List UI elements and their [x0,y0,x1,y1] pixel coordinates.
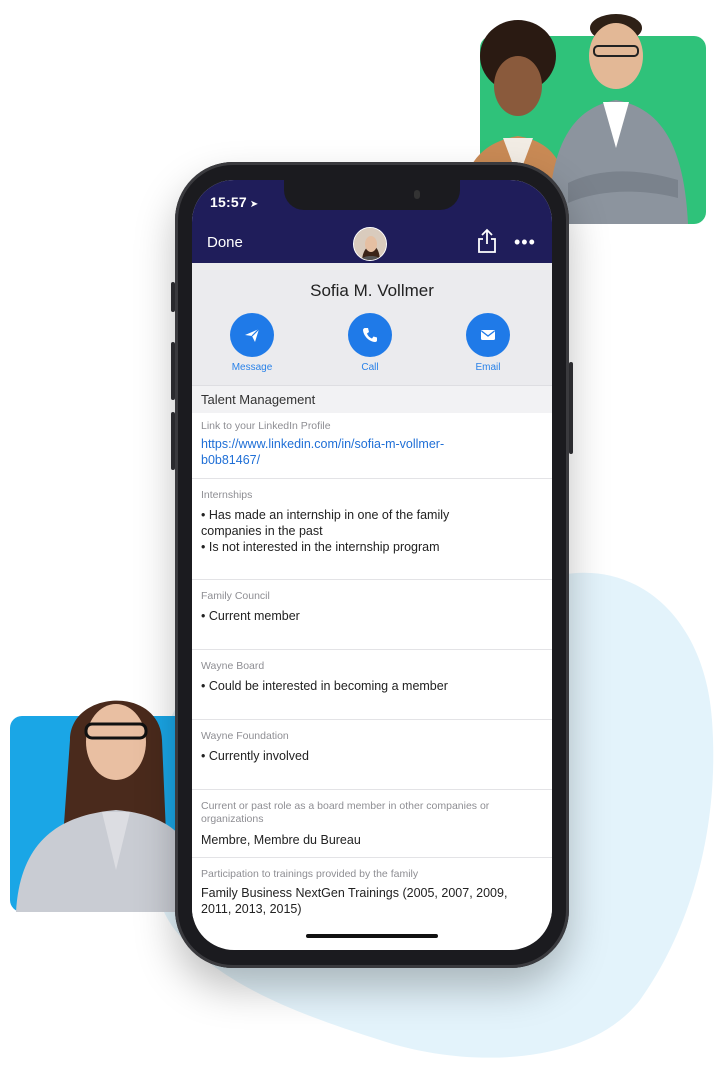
phone-icon [363,328,377,342]
done-button[interactable]: Done [207,234,243,251]
trainings-label: Participation to trainings provided by t… [201,868,419,880]
power-button [569,362,573,454]
linkedin-link-line1[interactable]: https://www.linkedin.com/in/sofia-m-voll… [201,436,541,452]
section-title: Talent Management [201,392,316,407]
wayne-board-label: Wayne Board [201,660,265,672]
internships-label: Internships [201,489,253,501]
internships-value: • Has made an internship in one of the f… [201,507,541,555]
message-label: Message [231,362,273,373]
trainings-field: Participation to trainings provided by t… [192,858,552,918]
share-icon[interactable] [476,228,498,254]
email-button[interactable] [466,313,510,357]
more-options-button[interactable]: ••• [514,232,536,253]
location-arrow-icon: ➤ [249,199,259,210]
linkedin-link-line2[interactable]: b0b81467/ [201,452,541,468]
call-button[interactable] [348,313,392,357]
board-role-field: Current or past role as a board member i… [192,790,552,858]
section-header: Talent Management [192,385,552,413]
family-council-label: Family Council [201,590,270,602]
volume-up-button [171,342,175,400]
wayne-board-field: Wayne Board • Could be interested in bec… [192,650,552,720]
wayne-foundation-value: • Currently involved [201,749,309,763]
phone-mockup: 15:57 ➤ Done ••• Sofia M. Vollmer Messag… [171,162,573,968]
home-indicator [306,934,438,938]
volume-down-button [171,412,175,470]
internships-line1: • Has made an internship in one of the f… [201,508,450,522]
call-action[interactable]: Call [330,313,410,373]
trainings-line1: Family Business NextGen Trainings (2005,… [201,886,508,900]
mute-switch [171,282,175,312]
email-action[interactable]: Email [448,313,528,373]
message-action[interactable]: Message [212,313,292,373]
avatar[interactable] [353,227,387,261]
board-role-label: Current or past role as a board member i… [201,800,489,826]
wayne-foundation-label: Wayne Foundation [201,730,289,742]
phone-notch [284,180,460,210]
contact-actions: Message Call Email [192,313,552,383]
wayne-board-value: • Could be interested in becoming a memb… [201,679,448,693]
phone-screen: 15:57 ➤ Done ••• Sofia M. Vollmer Messag… [192,180,552,950]
message-button[interactable] [230,313,274,357]
envelope-icon [481,330,495,340]
internships-field: Internships • Has made an internship in … [192,479,552,580]
internships-line3: • Is not interested in the internship pr… [201,540,440,554]
trainings-value: Family Business NextGen Trainings (2005,… [201,885,541,917]
trainings-line2: 2011, 2013, 2015) [201,902,302,916]
wayne-foundation-field: Wayne Foundation • Currently involved [192,720,552,790]
contact-name: Sofia M. Vollmer [310,281,434,300]
board-role-label-line2: organizations [201,813,264,825]
status-time-text: 15:57 [210,194,247,210]
profile-header: Sofia M. Vollmer Message Call Email [192,263,552,385]
call-label: Call [361,362,379,373]
linkedin-link[interactable]: https://www.linkedin.com/in/sofia-m-voll… [201,436,541,468]
linkedin-label: Link to your LinkedIn Profile [201,420,331,432]
status-time: 15:57 ➤ [210,194,258,210]
family-council-field: Family Council • Current member [192,580,552,650]
avatar-photo [354,228,386,260]
email-label: Email [475,362,501,373]
family-council-value: • Current member [201,609,300,623]
linkedin-field: Link to your LinkedIn Profile https://ww… [192,413,552,479]
paper-plane-icon [245,328,260,342]
board-role-label-line1: Current or past role as a board member i… [201,800,490,812]
board-role-value: Membre, Membre du Bureau [201,833,361,847]
internships-line2: companies in the past [201,524,323,538]
